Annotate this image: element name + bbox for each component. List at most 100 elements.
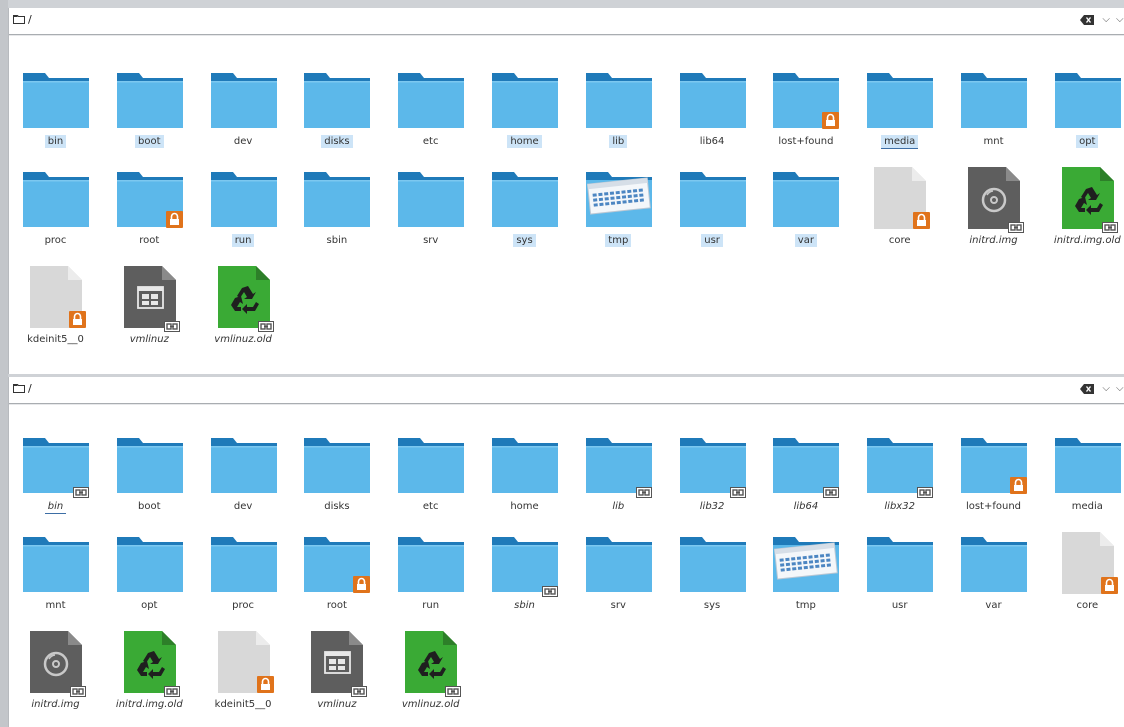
file-item[interactable]: run (197, 167, 290, 263)
link-icon (257, 317, 274, 332)
file-name-label: etc (384, 500, 477, 514)
file-view-top[interactable]: / ⌵ ⌵ bin boot dev disks etc home lib li… (8, 8, 1124, 374)
folder-icon (22, 68, 90, 130)
file-item[interactable]: vmlinuz.old (384, 631, 477, 727)
location-path[interactable]: / (28, 382, 32, 395)
file-item[interactable]: initrd.img.old (103, 631, 196, 727)
file-name: core (1076, 600, 1099, 611)
file-item[interactable]: boot (103, 433, 196, 529)
clear-icon[interactable] (1080, 15, 1094, 25)
file-name-label: initrd.img (947, 234, 1040, 248)
file-item[interactable]: tmp (572, 167, 665, 263)
location-path[interactable]: / (28, 13, 32, 26)
chevron-down-icon[interactable]: ⌵ (1116, 14, 1124, 25)
file-item[interactable]: kdeinit5__0 (9, 266, 102, 362)
folder-icon (397, 532, 465, 594)
folder-icon (397, 68, 465, 130)
clear-icon[interactable] (1080, 384, 1094, 394)
file-name-label: root (103, 234, 196, 248)
file-item[interactable]: lost+found (947, 433, 1040, 529)
file-item[interactable]: disks (290, 433, 383, 529)
file-item[interactable]: proc (9, 167, 102, 263)
file-item[interactable]: srv (384, 167, 477, 263)
folder-icon (210, 532, 278, 594)
link-icon (70, 682, 86, 697)
file-item[interactable]: home (478, 433, 571, 529)
file-item[interactable]: tmp (759, 532, 852, 628)
file-item[interactable]: initrd.img (9, 631, 102, 727)
file-item[interactable]: lib64 (666, 68, 759, 164)
file-item[interactable]: usr (666, 167, 759, 263)
file-item[interactable]: var (759, 167, 852, 263)
file-item[interactable]: opt (103, 532, 196, 628)
file-item[interactable]: proc (197, 532, 290, 628)
location-bar[interactable]: / ⌵ ⌵ (9, 377, 1124, 404)
folder-icon (491, 433, 559, 495)
file-item[interactable]: lib (572, 68, 665, 164)
file-item[interactable]: var (947, 532, 1040, 628)
file-name-label: usr (666, 234, 759, 248)
file-item[interactable]: home (478, 68, 571, 164)
file-name: boot (135, 135, 164, 148)
file-item[interactable]: kdeinit5__0 (197, 631, 290, 727)
folder-icon (866, 68, 934, 130)
location-bar[interactable]: / ⌵ ⌵ (9, 8, 1124, 35)
file-item[interactable]: lib32 (666, 433, 759, 529)
file-item[interactable]: run (384, 532, 477, 628)
file-item[interactable]: vmlinuz (103, 266, 196, 362)
file-item[interactable]: media (853, 68, 946, 164)
file-item[interactable]: srv (572, 532, 665, 628)
chevron-down-icon[interactable]: ⌵ (1116, 383, 1124, 394)
file-item[interactable]: opt (1041, 68, 1124, 164)
file-name: sbin (514, 600, 535, 611)
file-item[interactable]: media (1041, 433, 1124, 529)
chevron-down-icon[interactable]: ⌵ (1102, 383, 1110, 394)
file-name-label: libx32 (853, 500, 946, 514)
file-item[interactable]: sbin (290, 167, 383, 263)
file-item[interactable]: usr (853, 532, 946, 628)
file-item[interactable]: mnt (9, 532, 102, 628)
file-item[interactable]: core (1041, 532, 1124, 628)
file-item[interactable]: root (103, 167, 196, 263)
file-name: mnt (45, 600, 66, 611)
file-item[interactable]: vmlinuz (290, 631, 383, 727)
file-item[interactable]: lost+found (759, 68, 852, 164)
chevron-down-icon[interactable]: ⌵ (1102, 14, 1110, 25)
file-name: lib64 (793, 501, 819, 512)
folder-icon (303, 433, 371, 495)
file-item[interactable]: initrd.img.old (1041, 167, 1124, 263)
file-item[interactable]: libx32 (853, 433, 946, 529)
file-name-label: vmlinuz (290, 698, 383, 712)
file-item[interactable]: sys (478, 167, 571, 263)
file-item[interactable]: disks (290, 68, 383, 164)
file-item[interactable]: etc (384, 433, 477, 529)
file-item[interactable]: dev (197, 68, 290, 164)
file-item[interactable]: root (290, 532, 383, 628)
file-name-label: disks (290, 500, 383, 514)
file-item[interactable]: initrd.img (947, 167, 1040, 263)
file-item[interactable]: dev (197, 433, 290, 529)
file-view-bottom[interactable]: / ⌵ ⌵ bin boot dev disks etc home lib li… (8, 377, 1124, 727)
file-item[interactable]: sys (666, 532, 759, 628)
lock-icon (822, 112, 840, 129)
file-item[interactable]: etc (384, 68, 477, 164)
file-item[interactable]: sbin (478, 532, 571, 628)
file-item[interactable]: boot (103, 68, 196, 164)
file-name: lib (612, 501, 625, 512)
link-icon (351, 682, 368, 697)
file-item[interactable]: lib64 (759, 433, 852, 529)
folder-icon (397, 167, 465, 229)
file-name-label: boot (103, 500, 196, 514)
file-name-label: dev (197, 135, 290, 149)
file-item[interactable]: bin (9, 68, 102, 164)
file-item[interactable]: lib (572, 433, 665, 529)
file-item[interactable]: vmlinuz.old (197, 266, 290, 362)
lock-icon (1010, 477, 1027, 494)
file-name-label: usr (853, 599, 946, 613)
file-name-label: home (478, 135, 571, 149)
file-item[interactable]: bin (9, 433, 102, 529)
folder-icon (585, 68, 653, 130)
file-item[interactable]: core (853, 167, 946, 263)
file-item[interactable]: mnt (947, 68, 1040, 164)
file-name: lib (609, 135, 628, 148)
